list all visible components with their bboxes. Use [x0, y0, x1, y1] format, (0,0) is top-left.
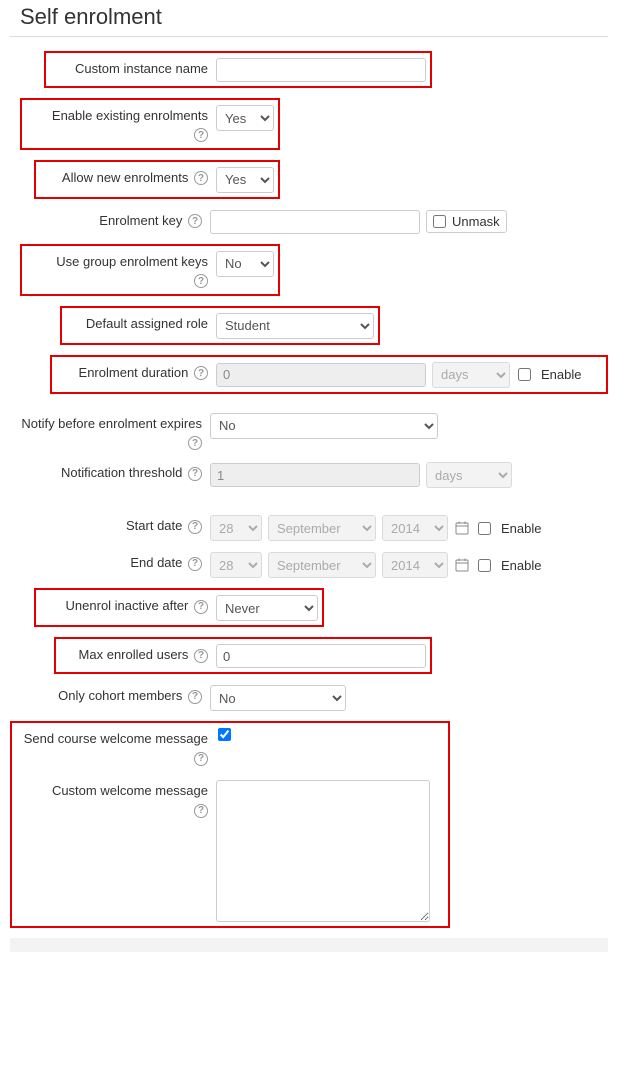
unmask-checkbox[interactable] — [433, 215, 446, 228]
max-users-input[interactable] — [216, 644, 426, 668]
welcome-msg-textarea[interactable] — [216, 780, 430, 922]
help-icon[interactable]: ? — [194, 274, 208, 288]
duration-enable-label: Enable — [541, 367, 581, 382]
threshold-input — [210, 463, 420, 487]
duration-enable-checkbox[interactable] — [518, 368, 531, 381]
unenrol-select[interactable]: Never — [216, 595, 318, 621]
welcome-checkbox[interactable] — [218, 728, 231, 741]
duration-unit-select: days — [432, 362, 510, 388]
end-enable-checkbox[interactable] — [478, 559, 491, 572]
start-month-select: September — [268, 515, 376, 541]
unenrol-label: Unenrol inactive after — [66, 598, 189, 613]
help-icon[interactable]: ? — [194, 128, 208, 142]
start-day-select: 28 — [210, 515, 262, 541]
custom-name-label: Custom instance name — [75, 61, 208, 76]
help-icon[interactable]: ? — [194, 649, 208, 663]
help-icon[interactable]: ? — [188, 557, 202, 571]
end-month-select: September — [268, 552, 376, 578]
help-icon[interactable]: ? — [194, 600, 208, 614]
custom-name-input[interactable] — [216, 58, 426, 82]
help-icon[interactable]: ? — [188, 214, 202, 228]
duration-label: Enrolment duration — [79, 365, 189, 380]
calendar-icon[interactable] — [454, 557, 470, 573]
help-icon[interactable]: ? — [188, 436, 202, 450]
max-users-label: Max enrolled users — [79, 647, 189, 662]
welcome-msg-label: Custom welcome message — [52, 783, 208, 798]
enable-existing-label: Enable existing enrolments — [52, 108, 208, 123]
welcome-check-label: Send course welcome message — [24, 731, 208, 746]
help-icon[interactable]: ? — [188, 467, 202, 481]
threshold-unit-select: days — [426, 462, 512, 488]
start-year-select: 2014 — [382, 515, 448, 541]
calendar-icon[interactable] — [454, 520, 470, 536]
section-divider — [10, 938, 608, 952]
enrolment-key-label: Enrolment key — [99, 213, 182, 228]
enable-existing-select[interactable]: Yes — [216, 105, 274, 131]
help-icon[interactable]: ? — [194, 804, 208, 818]
help-icon[interactable]: ? — [194, 752, 208, 766]
allow-new-label: Allow new enrolments — [62, 170, 188, 185]
unmask-label: Unmask — [452, 214, 500, 229]
help-icon[interactable]: ? — [194, 366, 208, 380]
start-enable-checkbox[interactable] — [478, 522, 491, 535]
help-icon[interactable]: ? — [194, 171, 208, 185]
end-date-label: End date — [130, 555, 182, 570]
cohort-label: Only cohort members — [58, 688, 182, 703]
default-role-select[interactable]: Student — [216, 313, 374, 339]
help-icon[interactable]: ? — [188, 690, 202, 704]
default-role-label: Default assigned role — [86, 316, 208, 331]
duration-input — [216, 363, 426, 387]
end-enable-label: Enable — [501, 558, 541, 573]
page-title: Self enrolment — [20, 4, 618, 30]
group-keys-select[interactable]: No — [216, 251, 274, 277]
start-date-label: Start date — [126, 518, 182, 533]
divider — [10, 36, 608, 37]
end-day-select: 28 — [210, 552, 262, 578]
start-enable-label: Enable — [501, 521, 541, 536]
cohort-select[interactable]: No — [210, 685, 346, 711]
notify-select[interactable]: No — [210, 413, 438, 439]
help-icon[interactable]: ? — [188, 520, 202, 534]
end-year-select: 2014 — [382, 552, 448, 578]
group-keys-label: Use group enrolment keys — [56, 254, 208, 269]
threshold-label: Notification threshold — [61, 465, 182, 480]
enrolment-key-input[interactable] — [210, 210, 420, 234]
notify-label: Notify before enrolment expires — [21, 416, 202, 431]
allow-new-select[interactable]: Yes — [216, 167, 274, 193]
